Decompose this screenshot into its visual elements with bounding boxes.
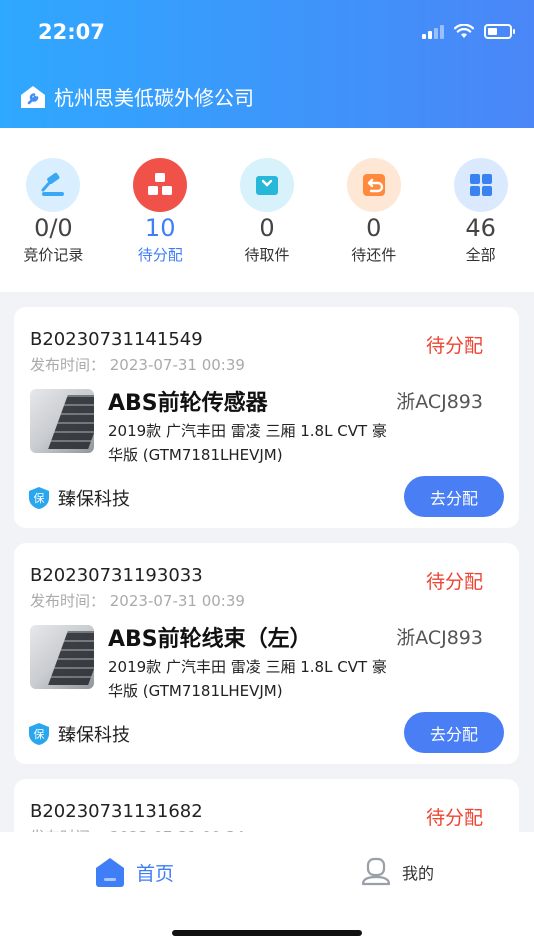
status-badge: 待分配 [425,335,483,357]
gavel-icon [26,158,81,212]
stat-value: 46 [465,214,496,242]
company-selector[interactable]: 杭州思美低碳外修公司 [20,82,254,111]
stat-label: 全部 [465,246,496,264]
home-indicator [172,930,362,936]
stat-bid-records[interactable]: 0/0 竞价记录 [0,128,107,292]
assign-button[interactable]: 去分配 [404,712,504,753]
supplier-name: 臻保科技 [58,725,130,746]
stat-all[interactable]: 46 全部 [427,128,534,292]
wifi-icon [454,24,474,38]
status-badge: 待分配 [425,807,483,829]
order-number: B20230731141549 [30,329,203,350]
stat-label: 待取件 [244,246,290,264]
order-number: B20230731193033 [30,565,203,586]
vehicle-model: 2019款 广汽丰田 雷凌 三厢 1.8L CVT 豪华版 (GTM7181LH… [108,422,387,464]
return-icon [346,158,401,212]
tab-mine-label: 我的 [402,864,435,883]
vehicle-model: 2019款 广汽丰田 雷凌 三厢 1.8L CVT 豪华版 (GTM7181LH… [108,658,387,700]
assign-blocks-icon [133,158,188,212]
stat-value: 0 [259,214,275,242]
status-badge: 待分配 [425,571,483,593]
stat-label: 待分配 [137,246,183,264]
stat-pending-pickup[interactable]: 0 待取件 [214,128,321,292]
supplier-name: 臻保科技 [58,489,130,510]
box-icon [239,158,294,212]
part-thumbnail[interactable] [30,389,94,453]
home-icon [96,858,124,887]
order-card[interactable]: B20230731193033 发布时间： 2023-07-31 00:39 待… [14,543,519,764]
battery-icon [484,24,515,39]
license-plate: 浙ACJ893 [396,391,483,413]
repair-shop-icon [21,85,45,108]
app-header: 22:07 杭州思美低碳外修公司 [0,0,534,128]
svg-text:保: 保 [34,491,45,505]
part-name: ABS前轮线束（左） [108,627,312,652]
stat-value: 0/0 [34,214,73,242]
supplier: 保 臻保科技 [28,721,130,747]
assign-button[interactable]: 去分配 [404,476,504,517]
part-thumbnail[interactable] [30,625,94,689]
order-stats: 0/0 竞价记录 10 待分配 0 待取件 0 待还件 46 全部 [0,128,534,292]
stat-label: 竞价记录 [23,246,84,264]
publish-time: 发布时间： 2023-07-31 00:39 [30,592,245,610]
license-plate: 浙ACJ893 [396,627,483,649]
grid-icon [453,158,508,212]
stat-value: 10 [144,214,176,242]
order-card[interactable]: B20230731141549 发布时间： 2023-07-31 00:39 待… [14,307,519,528]
publish-time: 发布时间： 2023-07-31 00:39 [30,356,245,374]
user-icon [361,857,391,886]
part-name: ABS前轮传感器 [108,391,268,416]
tab-home[interactable]: 首页 [94,856,174,888]
stat-value: 0 [366,214,382,242]
tab-mine[interactable]: 我的 [360,856,434,888]
order-number: B20230731131682 [30,801,203,822]
status-icons [422,24,515,39]
tab-home-label: 首页 [136,862,175,885]
shield-icon: 保 [29,487,49,509]
company-name: 杭州思美低碳外修公司 [54,86,254,110]
stat-pending-return[interactable]: 0 待还件 [320,128,427,292]
svg-text:保: 保 [34,727,45,741]
signal-icon [422,24,444,39]
supplier: 保 臻保科技 [28,485,130,511]
status-time: 22:07 [38,20,105,44]
stat-label: 待还件 [351,246,397,264]
stat-pending-assign[interactable]: 10 待分配 [107,128,214,292]
shield-icon: 保 [29,723,49,745]
